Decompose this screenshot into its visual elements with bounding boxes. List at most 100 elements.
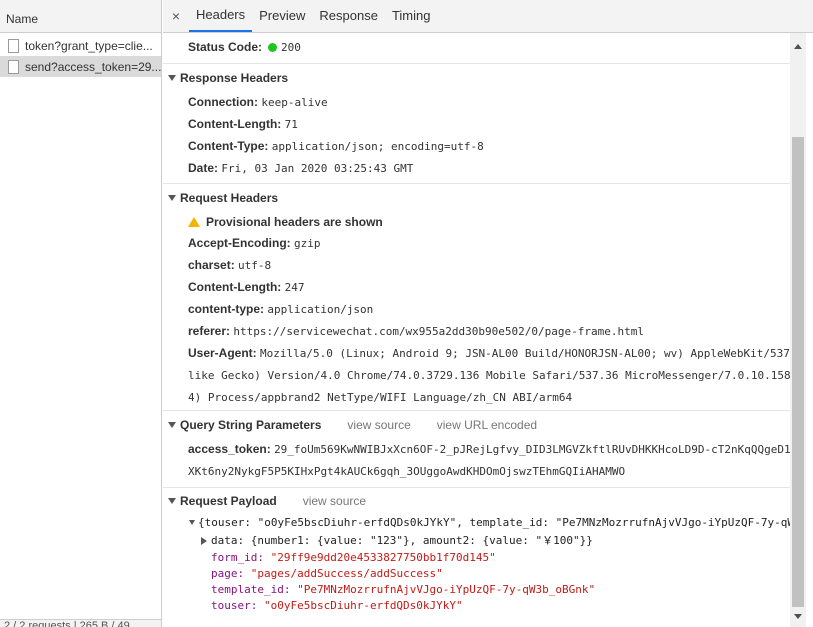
expand-triangle-icon bbox=[168, 75, 176, 82]
status-code-label: Status Code: bbox=[188, 40, 263, 54]
param-value: XKt6ny2NykgF5P5KIHxPgt4kAUCk6gqh_3OUggoA… bbox=[188, 465, 626, 478]
expand-triangle-icon bbox=[168, 498, 176, 505]
query-param-continued: XKt6ny2NykgF5P5KIHxPgt4kAUCk6gqh_3OUggoA… bbox=[188, 460, 625, 482]
payload-field-value: "Pe7MNzMozrrufnAjvVJgo-iYpUzQF-7y-qW3b_o… bbox=[297, 583, 596, 596]
request-headers-section: Request Headers Provisional headers are … bbox=[163, 183, 790, 410]
user-agent-continued: 4) Process/appbrand2 NetType/WIFI Langua… bbox=[188, 386, 572, 408]
header-row: Content-Type: application/json; encoding… bbox=[188, 135, 484, 157]
payload-data-text: data: {number1: {value: "123"}, amount2:… bbox=[211, 534, 593, 547]
tab-headers[interactable]: Headers bbox=[189, 0, 253, 32]
warning-icon bbox=[188, 217, 200, 227]
header-key: Content-Length: bbox=[188, 117, 282, 131]
request-list-panel: Name token?grant_type=clie... send?acces… bbox=[0, 0, 162, 627]
payload-field-row: template_id: "Pe7MNzMozrrufnAjvVJgo-iYpU… bbox=[211, 582, 595, 598]
header-value: 71 bbox=[284, 118, 298, 131]
header-key: Content-Type: bbox=[188, 139, 269, 153]
header-value: 247 bbox=[284, 281, 305, 294]
param-key: access_token: bbox=[188, 442, 271, 456]
name-column-header[interactable]: Name bbox=[0, 0, 161, 33]
param-value: 29_foUm569KwNWIBJxXcn6OF-2_pJRejLgfvy_DI… bbox=[274, 443, 790, 456]
expand-triangle-icon bbox=[168, 422, 176, 429]
detail-tab-bar: × Headers Preview Response Timing bbox=[163, 0, 813, 33]
header-value: utf-8 bbox=[238, 259, 272, 272]
request-row-token[interactable]: token?grant_type=clie... bbox=[0, 35, 161, 56]
panel-edge bbox=[806, 33, 813, 627]
header-key: charset: bbox=[188, 258, 235, 272]
section-title: Request Payload bbox=[180, 494, 277, 508]
payload-field-key: page: bbox=[211, 567, 245, 580]
expand-triangle-icon bbox=[168, 195, 176, 202]
header-row: content-type: application/json bbox=[188, 298, 373, 320]
payload-field-key: touser: bbox=[211, 599, 258, 612]
view-source-link[interactable]: view source bbox=[303, 494, 366, 508]
payload-field-value: "pages/addSuccess/addSuccess" bbox=[250, 567, 443, 580]
header-row: Date: Fri, 03 Jan 2020 03:25:43 GMT bbox=[188, 157, 413, 179]
tab-preview[interactable]: Preview bbox=[252, 0, 312, 32]
warning-text: Provisional headers are shown bbox=[206, 215, 383, 229]
header-key: Content-Length: bbox=[188, 280, 282, 294]
header-row: Connection: keep-alive bbox=[188, 91, 328, 113]
header-key: Accept-Encoding: bbox=[188, 236, 291, 250]
provisional-warning: Provisional headers are shown bbox=[188, 211, 383, 233]
payload-summary-text: {touser: "o0yFe5bscDiuhr-erfdQDs0kJYkY",… bbox=[198, 516, 790, 529]
status-code-row: Status Code: 200 bbox=[188, 36, 301, 58]
header-value: application/json bbox=[267, 303, 374, 316]
scroll-down-arrow-icon[interactable] bbox=[790, 611, 806, 623]
query-param-row: access_token: 29_foUm569KwNWIBJxXcn6OF-2… bbox=[188, 438, 790, 460]
scroll-up-arrow-icon[interactable] bbox=[790, 37, 806, 49]
query-string-toggle[interactable]: Query String Parameters view source view U… bbox=[163, 414, 537, 436]
close-icon[interactable]: × bbox=[163, 0, 189, 32]
request-summary-footer: 2 / 2 requests | 265 B / 49... bbox=[0, 619, 161, 627]
tab-response[interactable]: Response bbox=[312, 0, 385, 32]
query-string-section: Query String Parameters view source view U… bbox=[163, 410, 790, 487]
user-agent-continued: like Gecko) Version/4.0 Chrome/74.0.3729… bbox=[188, 364, 790, 386]
scrollbar-thumb[interactable] bbox=[792, 137, 804, 607]
section-title: Response Headers bbox=[180, 71, 289, 85]
header-key: referer: bbox=[188, 324, 231, 338]
collapse-triangle-icon bbox=[201, 537, 207, 545]
payload-field-row: form_id: "29ff9e9dd20e4533827750bb1f70d1… bbox=[211, 550, 496, 566]
payload-data-row[interactable]: data: {number1: {value: "123"}, amount2:… bbox=[201, 532, 593, 550]
status-code-value: 200 bbox=[281, 41, 301, 54]
section-title: Request Headers bbox=[180, 191, 279, 205]
header-value: keep-alive bbox=[261, 96, 328, 109]
request-payload-toggle[interactable]: Request Payload view source bbox=[163, 490, 366, 512]
request-detail-panel: × Headers Preview Response Timing Status… bbox=[163, 0, 813, 627]
header-value: 4) Process/appbrand2 NetType/WIFI Langua… bbox=[188, 391, 573, 404]
payload-field-row: page: "pages/addSuccess/addSuccess" bbox=[211, 566, 443, 582]
header-row: Accept-Encoding: gzip bbox=[188, 232, 321, 254]
status-ok-icon bbox=[268, 43, 278, 52]
request-payload-section: Request Payload view source {touser: "o0y… bbox=[163, 487, 790, 627]
header-key: Connection: bbox=[188, 95, 258, 109]
document-icon bbox=[8, 38, 19, 53]
header-key: Date: bbox=[188, 161, 219, 175]
view-url-encoded-link[interactable]: view URL encoded bbox=[437, 418, 537, 432]
header-value: Fri, 03 Jan 2020 03:25:43 GMT bbox=[221, 162, 414, 175]
header-row: User-Agent: Mozilla/5.0 (Linux; Android … bbox=[188, 342, 790, 364]
document-icon bbox=[8, 59, 19, 74]
view-source-link[interactable]: view source bbox=[347, 418, 410, 432]
header-value: application/json; encoding=utf-8 bbox=[271, 140, 484, 153]
header-key: content-type: bbox=[188, 302, 264, 316]
payload-field-value: "o0yFe5bscDiuhr-erfdQDs0kJYkY" bbox=[263, 599, 463, 612]
payload-field-key: form_id: bbox=[211, 551, 264, 564]
section-title: Query String Parameters bbox=[180, 418, 322, 432]
request-headers-toggle[interactable]: Request Headers bbox=[163, 187, 278, 209]
header-value: Mozilla/5.0 (Linux; Android 9; JSN-AL00 … bbox=[260, 347, 790, 360]
request-row-send[interactable]: send?access_token=29... bbox=[0, 56, 161, 77]
header-value: gzip bbox=[294, 237, 321, 250]
request-name: token?grant_type=clie... bbox=[25, 38, 153, 53]
header-row: referer: https://servicewechat.com/wx955… bbox=[188, 320, 644, 342]
payload-object-summary[interactable]: {touser: "o0yFe5bscDiuhr-erfdQDs0kJYkY",… bbox=[189, 514, 790, 532]
expand-triangle-icon bbox=[189, 520, 195, 525]
header-row: Content-Length: 247 bbox=[188, 276, 305, 298]
payload-field-row: touser: "o0yFe5bscDiuhr-erfdQDs0kJYkY" bbox=[211, 598, 463, 614]
payload-field-value: "29ff9e9dd20e4533827750bb1f70d145" bbox=[270, 551, 496, 564]
request-name: send?access_token=29... bbox=[25, 59, 161, 74]
response-headers-toggle[interactable]: Response Headers bbox=[163, 67, 288, 89]
response-headers-section: Response Headers Connection: keep-alive … bbox=[163, 63, 790, 183]
header-value: https://servicewechat.com/wx955a2dd30b90… bbox=[233, 325, 644, 338]
header-key: User-Agent: bbox=[188, 346, 257, 360]
vertical-scrollbar[interactable] bbox=[790, 33, 806, 627]
tab-timing[interactable]: Timing bbox=[385, 0, 438, 32]
